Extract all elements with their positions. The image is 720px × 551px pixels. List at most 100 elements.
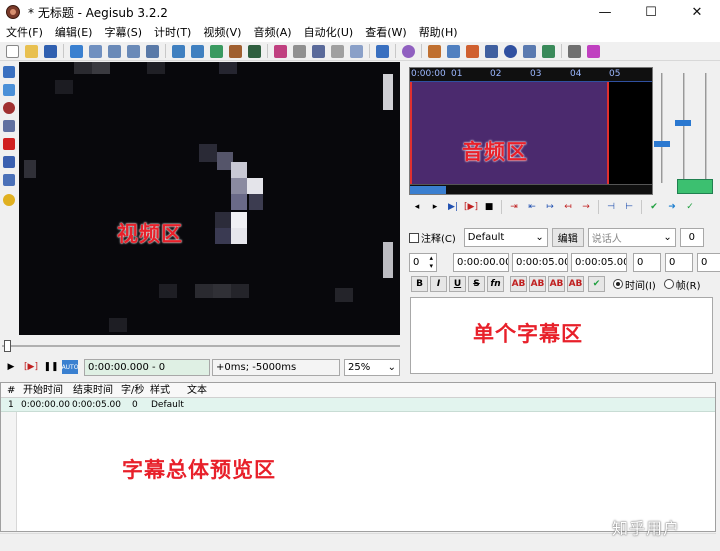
menu-automation[interactable]: 自动化(U): [298, 24, 360, 42]
snapshot-icon[interactable]: [146, 44, 159, 58]
leadin-icon[interactable]: ⊣: [605, 201, 617, 213]
zoom-in-icon[interactable]: [108, 44, 121, 58]
vertical-zoom-slider-track[interactable]: [705, 73, 707, 183]
aegisub-app-icon[interactable]: [6, 5, 20, 19]
italic-button[interactable]: I: [430, 276, 447, 292]
grid-horizontal-scrollbar[interactable]: [0, 533, 716, 545]
volume-slider-thumb[interactable]: [675, 120, 691, 126]
zoom-slider-track[interactable]: [661, 73, 663, 183]
end-time-field[interactable]: 0:00:05.00: [512, 253, 568, 272]
menu-video[interactable]: 视频(V): [197, 24, 247, 42]
frame-mode-radio[interactable]: [663, 279, 674, 289]
outline-color-button[interactable]: AB: [548, 276, 565, 292]
resample-icon[interactable]: [523, 44, 536, 58]
menu-file[interactable]: 文件(F): [0, 24, 49, 42]
edit-style-button[interactable]: 编辑: [551, 228, 584, 247]
duration-field[interactable]: 0:00:05.00: [571, 253, 627, 272]
menu-timing[interactable]: 计时(T): [148, 24, 197, 42]
video-time-field[interactable]: 0:00:00.000 - 0: [84, 358, 210, 376]
vector-clip-tool-icon[interactable]: [3, 174, 15, 186]
save-icon[interactable]: [44, 44, 57, 58]
arrow-right-icon[interactable]: [466, 44, 479, 58]
play-line-icon[interactable]: [▶]: [22, 360, 40, 374]
menu-edit[interactable]: 编辑(E): [49, 24, 99, 42]
auto-commit-icon[interactable]: ✓: [684, 201, 696, 213]
audio-scrollbar[interactable]: [410, 184, 652, 194]
zoom-combo[interactable]: 25% ⌄: [344, 358, 400, 376]
actor-combo[interactable]: 说话人 ⌄: [587, 228, 676, 247]
scale-tool-icon[interactable]: [3, 138, 15, 150]
audio-display[interactable]: 0:00:00 01 02 03 04 05 音频区: [409, 67, 653, 195]
goto-icon[interactable]: ➜: [666, 201, 678, 213]
properties-icon[interactable]: [210, 44, 223, 58]
translation-assistant-icon[interactable]: [402, 44, 415, 58]
leadout-icon[interactable]: ⊢: [623, 201, 635, 213]
video-seek-slider[interactable]: [2, 338, 400, 354]
play-icon[interactable]: ▶: [4, 360, 18, 374]
time-mode-radio[interactable]: [613, 279, 623, 289]
grid-header-style[interactable]: 样式: [150, 383, 170, 398]
pause-icon[interactable]: ■: [483, 201, 495, 213]
underline-button[interactable]: U: [449, 276, 466, 292]
standard-tool-icon[interactable]: [3, 66, 15, 78]
primary-color-button[interactable]: AB: [510, 276, 527, 292]
open-folder-icon[interactable]: [25, 44, 38, 58]
grid-header-start[interactable]: 开始时间: [23, 383, 63, 398]
audio-selection[interactable]: [410, 82, 609, 186]
seek-thumb[interactable]: [4, 340, 11, 352]
play-selection-icon[interactable]: ▶|: [447, 201, 459, 213]
jump-to-icon[interactable]: [70, 44, 83, 58]
fonts-collector-icon[interactable]: [312, 44, 325, 58]
zoom-slider-thumb[interactable]: [654, 141, 670, 147]
subtitle-grid[interactable]: # 开始时间 结束时间 字/秒 样式 文本 1 0:00:00.00 0:00:…: [0, 382, 716, 532]
shift-times-icon[interactable]: [428, 44, 441, 58]
drag-tool-icon[interactable]: [3, 84, 15, 96]
play-after-icon[interactable]: ⇤: [526, 201, 538, 213]
clip-tool-icon[interactable]: [3, 156, 15, 168]
rotate-xy-tool-icon[interactable]: [3, 120, 15, 132]
timer-icon[interactable]: [504, 44, 517, 58]
keyframe-icon[interactable]: [248, 44, 261, 58]
flag-down-icon[interactable]: [191, 44, 204, 58]
stop-icon[interactable]: [485, 44, 498, 58]
next-line-icon[interactable]: ▸: [429, 201, 441, 213]
tools-icon[interactable]: [568, 44, 581, 58]
play-to-end-icon[interactable]: →: [580, 201, 592, 213]
magic-wand-icon[interactable]: [89, 44, 102, 58]
video-details-icon[interactable]: [229, 44, 242, 58]
volume-slider-track[interactable]: [683, 73, 685, 183]
subtitle-text-edit[interactable]: 单个字幕区: [410, 297, 713, 374]
margin-right-field[interactable]: 0: [665, 253, 693, 272]
table-row[interactable]: 1 0:00:00.00 0:00:05.00 0 Default: [1, 398, 715, 412]
pencil-icon[interactable]: [331, 44, 344, 58]
tags-icon[interactable]: [587, 44, 600, 58]
audio-scroll-thumb[interactable]: [410, 186, 446, 194]
comment-checkbox[interactable]: [409, 232, 419, 243]
copy-icon[interactable]: [350, 44, 363, 58]
menu-help[interactable]: 帮助(H): [413, 24, 464, 42]
secondary-color-button[interactable]: AB: [529, 276, 546, 292]
help-icon[interactable]: [3, 194, 15, 206]
automation-icon[interactable]: [376, 44, 389, 58]
close-button[interactable]: ✕: [674, 0, 720, 24]
menu-view[interactable]: 查看(W): [359, 24, 412, 42]
flag-icon[interactable]: [172, 44, 185, 58]
auto-scroll-button[interactable]: AUTO: [62, 360, 78, 374]
new-file-icon[interactable]: [6, 44, 19, 58]
style-manager-icon[interactable]: [274, 44, 287, 58]
bold-button[interactable]: B: [411, 276, 428, 292]
margin-left-field[interactable]: 0: [633, 253, 661, 272]
grid-header-number[interactable]: #: [7, 383, 15, 398]
play-line-icon[interactable]: [▶]: [464, 201, 478, 213]
pin-icon[interactable]: [447, 44, 460, 58]
strikeout-button[interactable]: S: [468, 276, 485, 292]
zoom-out-icon[interactable]: [127, 44, 140, 58]
commit-icon[interactable]: ✔: [588, 276, 605, 292]
grid-header-text[interactable]: 文本: [187, 383, 207, 398]
pause-icon[interactable]: ❚❚: [43, 360, 58, 374]
menu-audio[interactable]: 音频(A): [247, 24, 297, 42]
video-display[interactable]: 视频区: [19, 62, 400, 335]
menu-subtitle[interactable]: 字幕(S): [98, 24, 148, 42]
maximize-button[interactable]: ☐: [628, 0, 674, 24]
font-button[interactable]: fn: [487, 276, 504, 292]
